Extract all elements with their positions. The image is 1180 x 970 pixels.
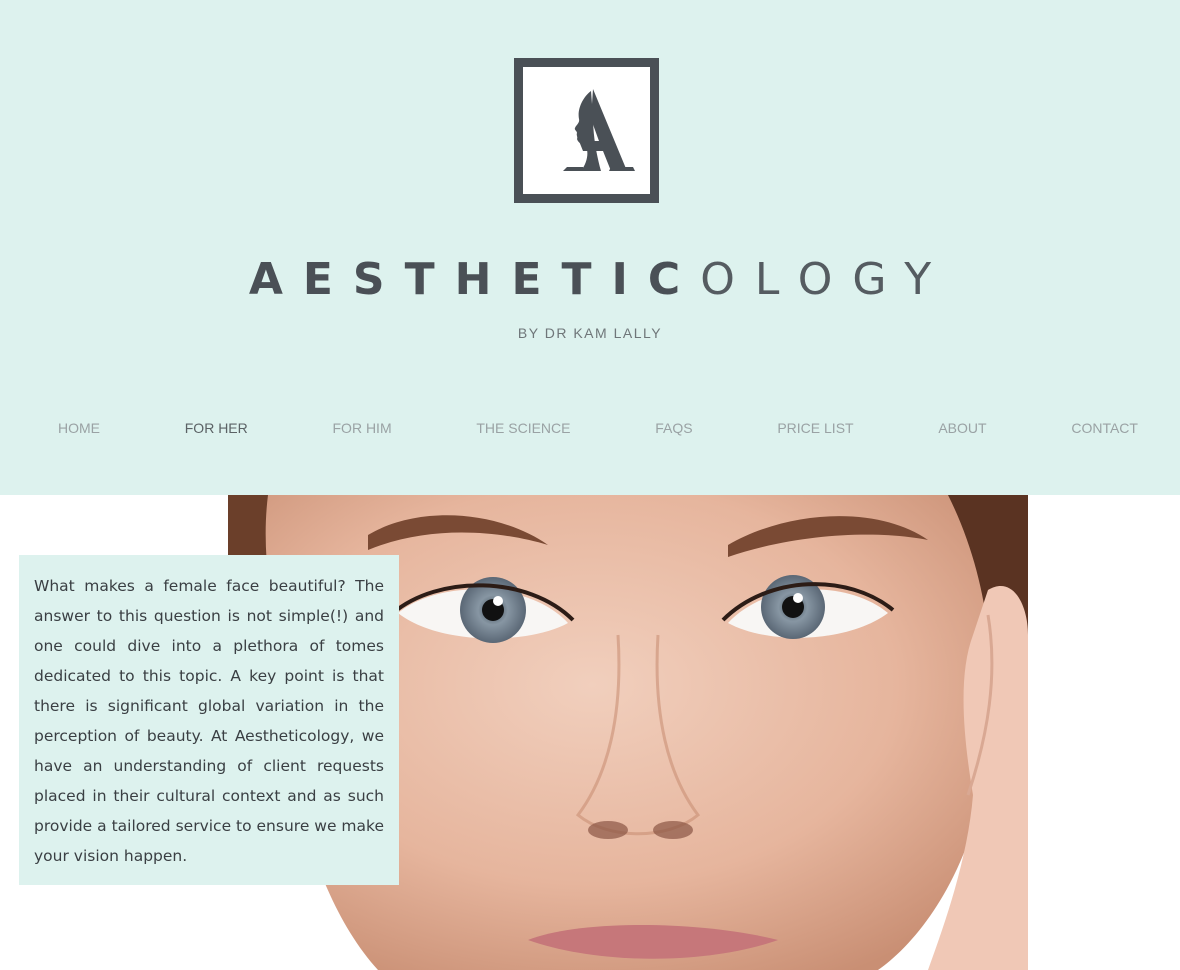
brand-title-bold: AESTHETIC <box>248 254 701 305</box>
site-header: AESTHETICOLOGY BY DR KAM LALLY HOME FOR … <box>0 0 1180 495</box>
nav-item-contact[interactable]: CONTACT <box>1071 420 1138 442</box>
nav-item-for-him[interactable]: FOR HIM <box>333 420 392 442</box>
intro-text-box: What makes a female face beautiful? The … <box>19 555 399 885</box>
nav-item-about[interactable]: ABOUT <box>938 420 986 442</box>
nav-item-the-science[interactable]: THE SCIENCE <box>476 420 570 442</box>
brand-title-light: OLOGY <box>700 254 952 305</box>
brand-logo[interactable] <box>514 58 659 203</box>
logo-a-face-icon <box>563 89 635 171</box>
nav-item-faqs[interactable]: FAQS <box>655 420 692 442</box>
brand-title: AESTHETICOLOGY <box>0 250 1180 310</box>
main-nav: HOME FOR HER FOR HIM THE SCIENCE FAQS PR… <box>58 420 1138 442</box>
nav-item-price-list[interactable]: PRICE LIST <box>777 420 853 442</box>
brand-subtitle: BY DR KAM LALLY <box>517 325 663 341</box>
intro-paragraph: What makes a female face beautiful? The … <box>34 577 384 865</box>
nav-item-home[interactable]: HOME <box>58 420 100 442</box>
nav-item-for-her[interactable]: FOR HER <box>185 420 248 442</box>
